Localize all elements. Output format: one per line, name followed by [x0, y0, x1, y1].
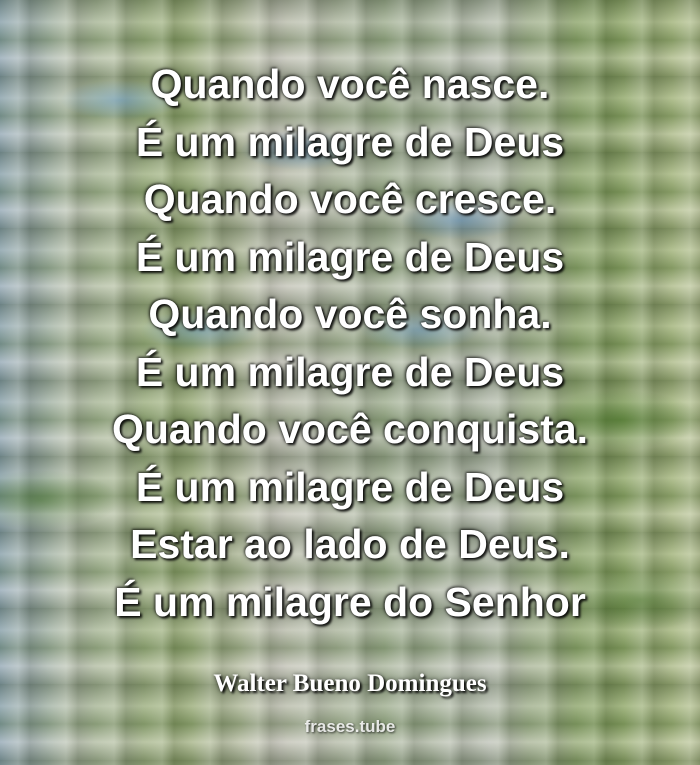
poem-line: Quando você cresce.	[143, 176, 557, 222]
poem-line: Quando você nasce.	[150, 61, 550, 107]
site-watermark: frases.tube	[304, 717, 396, 736]
poem-line: É um milagre de Deus	[135, 233, 565, 280]
poem-line: Quando você sonha.	[148, 291, 552, 337]
poem-line: Estar ao lado de Deus.	[130, 521, 570, 567]
poem-line: É um milagre de Deus	[135, 348, 565, 395]
author-name: Walter Bueno Domingues	[213, 670, 487, 697]
poem-line: É um milagre de Deus	[135, 118, 565, 165]
poem-line: Quando você conquista.	[111, 406, 589, 452]
poem-line: É um milagre do Senhor	[114, 578, 586, 625]
poem-text: Quando você nasce. É um milagre de Deus …	[0, 56, 700, 631]
poem-line: É um milagre de Deus	[135, 463, 565, 510]
